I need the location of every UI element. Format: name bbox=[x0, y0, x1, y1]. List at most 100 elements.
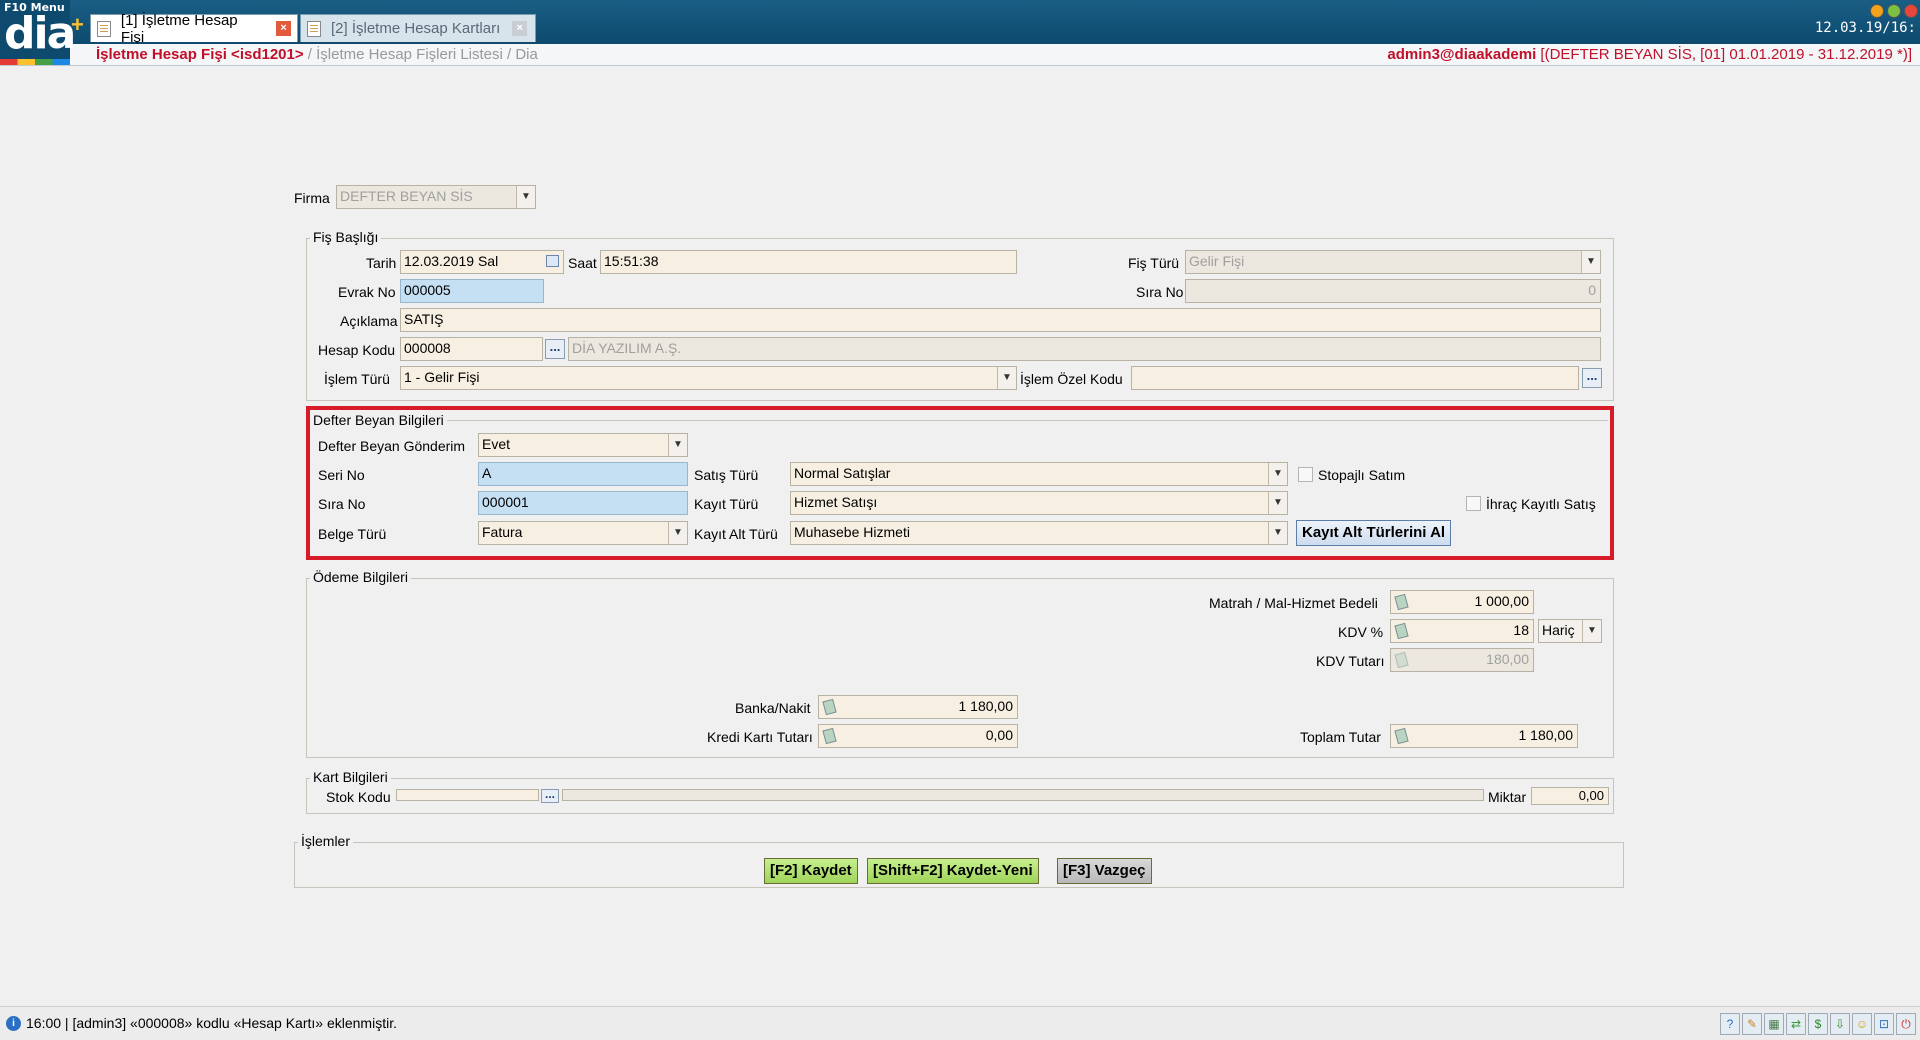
seri-no-label: Seri No bbox=[318, 467, 365, 483]
tarih-label: Tarih bbox=[366, 255, 397, 271]
close-window-icon[interactable] bbox=[1904, 4, 1918, 18]
stok-kodu-lookup-button[interactable]: ... bbox=[541, 788, 559, 803]
matrah-label: Matrah / Mal-Hizmet Bedeli bbox=[1209, 595, 1378, 611]
sira-no-field[interactable]: 0 bbox=[1185, 279, 1601, 303]
hesap-kodu-field[interactable]: 000008 bbox=[400, 337, 543, 361]
smiley-icon[interactable]: ☺ bbox=[1852, 1013, 1872, 1035]
evrak-no-field[interactable]: 000005 bbox=[400, 279, 544, 303]
chevron-down-icon[interactable]: ▼ bbox=[668, 434, 687, 456]
minimize-icon[interactable] bbox=[1870, 4, 1884, 18]
chevron-down-icon[interactable]: ▼ bbox=[516, 186, 535, 208]
calculator-icon[interactable] bbox=[1394, 727, 1409, 745]
new-tab-plus-icon[interactable]: + bbox=[71, 12, 84, 38]
stok-kodu-field[interactable] bbox=[396, 789, 539, 801]
ihrac-checkbox[interactable] bbox=[1466, 496, 1481, 511]
calculator-icon[interactable] bbox=[822, 727, 837, 745]
status-message: 16:00 | [admin3] «000008» kodlu «Hesap K… bbox=[26, 1015, 397, 1031]
evrak-no-label: Evrak No bbox=[338, 284, 396, 300]
calculator-icon bbox=[1394, 651, 1409, 669]
chevron-down-icon[interactable]: ▼ bbox=[1582, 620, 1601, 642]
window-controls bbox=[1870, 4, 1918, 18]
document-icon bbox=[97, 20, 111, 37]
chevron-down-icon[interactable]: ▼ bbox=[1581, 251, 1600, 273]
kayit-alt-turu-select[interactable]: Muhasebe Hizmeti ▼ bbox=[790, 521, 1288, 545]
banka-value: 1 180,00 bbox=[958, 698, 1014, 714]
kayit-alt-turu-label: Kayıt Alt Türü bbox=[694, 526, 778, 542]
matrah-field[interactable]: 1 000,00 bbox=[1390, 590, 1534, 614]
logo-text: dia bbox=[4, 8, 76, 59]
breadcrumb-bar: İşletme Hesap Fişi <isd1201> / İşletme H… bbox=[0, 44, 1920, 66]
lock-icon[interactable]: ⊡ bbox=[1874, 1013, 1894, 1035]
tab-isletme-hesap-fisi[interactable]: [1] İşletme Hesap Fişi × bbox=[90, 12, 298, 46]
chevron-down-icon[interactable]: ▼ bbox=[1268, 522, 1287, 544]
toplam-label: Toplam Tutar bbox=[1300, 729, 1381, 745]
tarih-field[interactable]: 12.03.2019 Sal bbox=[400, 250, 564, 274]
tools-icon[interactable]: ✎ bbox=[1742, 1013, 1762, 1035]
kayit-turu-value: Hizmet Satışı bbox=[794, 494, 878, 510]
gonderim-label: Defter Beyan Gönderim bbox=[318, 438, 466, 454]
user-name: admin3@diaakademi bbox=[1387, 46, 1537, 63]
close-icon[interactable]: × bbox=[276, 21, 291, 36]
ihrac-label: İhraç Kayıtlı Satış bbox=[1486, 496, 1596, 512]
tab-isletme-hesap-kartlari[interactable]: [2] İşletme Hesap Kartları × bbox=[300, 14, 536, 42]
cancel-button[interactable]: [F3] Vazgeç bbox=[1057, 858, 1152, 884]
maximize-icon[interactable] bbox=[1887, 4, 1901, 18]
islem-ozel-kodu-lookup-button[interactable]: ... bbox=[1582, 368, 1602, 388]
islem-turu-label: İşlem Türü bbox=[324, 371, 390, 387]
firma-select[interactable]: DEFTER BEYAN SİS ▼ bbox=[336, 185, 536, 209]
toplam-field[interactable]: 1 180,00 bbox=[1390, 724, 1578, 748]
save-button[interactable]: [F2] Kaydet bbox=[764, 858, 858, 884]
kayit-turu-select[interactable]: Hizmet Satışı ▼ bbox=[790, 491, 1288, 515]
calculator-icon[interactable] bbox=[1394, 593, 1409, 611]
belge-turu-label: Belge Türü bbox=[318, 526, 387, 542]
kdv-tutar-field: 180,00 bbox=[1390, 648, 1534, 672]
kdv-value: 18 bbox=[1513, 622, 1529, 638]
kdv-field[interactable]: 18 bbox=[1390, 619, 1534, 643]
kayit-alt-turleri-al-button[interactable]: Kayıt Alt Türlerini Al bbox=[1296, 520, 1452, 546]
help-icon[interactable]: ? bbox=[1720, 1013, 1740, 1035]
calculator-tray-icon[interactable]: ▦ bbox=[1764, 1013, 1784, 1035]
breadcrumb-trail[interactable]: / İşletme Hesap Fişleri Listesi / Dia bbox=[304, 46, 538, 63]
chevron-down-icon[interactable]: ▼ bbox=[668, 522, 687, 544]
miktar-label: Miktar bbox=[1488, 789, 1527, 805]
db-sira-no-field[interactable]: 000001 bbox=[478, 491, 688, 515]
chevron-down-icon[interactable]: ▼ bbox=[997, 367, 1016, 389]
close-icon[interactable]: × bbox=[512, 21, 528, 36]
chevron-down-icon[interactable]: ▼ bbox=[1268, 492, 1287, 514]
aciklama-label: Açıklama bbox=[340, 313, 398, 329]
save-new-button[interactable]: [Shift+F2] Kaydet-Yeni bbox=[867, 858, 1039, 884]
islem-ozel-kodu-field[interactable] bbox=[1131, 366, 1579, 390]
kdv-tip-value: Hariç bbox=[1542, 622, 1575, 638]
exchange-icon[interactable]: ⇄ bbox=[1786, 1013, 1806, 1035]
dia-menu-logo[interactable]: F10 Menu dia bbox=[0, 0, 76, 65]
calculator-icon[interactable] bbox=[1394, 622, 1409, 640]
miktar-field[interactable]: 0,00 bbox=[1531, 787, 1609, 805]
kdv-tip-select[interactable]: Hariç ▼ bbox=[1538, 619, 1602, 643]
kdv-label: KDV % bbox=[1338, 624, 1384, 640]
aciklama-field[interactable]: SATIŞ bbox=[400, 308, 1601, 332]
fis-turu-select[interactable]: Gelir Fişi ▼ bbox=[1185, 250, 1601, 274]
seri-no-field[interactable]: A bbox=[478, 462, 688, 486]
calendar-icon[interactable] bbox=[546, 255, 559, 267]
saat-label: Saat bbox=[568, 255, 597, 271]
belge-turu-select[interactable]: Fatura ▼ bbox=[478, 521, 688, 545]
saat-field[interactable]: 15:51:38 bbox=[600, 250, 1017, 274]
odeme-title: Ödeme Bilgileri bbox=[310, 569, 411, 585]
currency-icon[interactable]: $ bbox=[1808, 1013, 1828, 1035]
stopajli-checkbox[interactable] bbox=[1298, 467, 1313, 482]
islem-turu-select[interactable]: 1 - Gelir Fişi ▼ bbox=[400, 366, 1017, 390]
gonderim-select[interactable]: Evet ▼ bbox=[478, 433, 688, 457]
chevron-down-icon[interactable]: ▼ bbox=[1268, 463, 1287, 485]
hesap-kodu-label: Hesap Kodu bbox=[318, 342, 396, 358]
info-icon: i bbox=[6, 1016, 21, 1031]
banka-field[interactable]: 1 180,00 bbox=[818, 695, 1018, 719]
download-icon[interactable]: ⇩ bbox=[1830, 1013, 1850, 1035]
satis-turu-select[interactable]: Normal Satışlar ▼ bbox=[790, 462, 1288, 486]
islem-turu-value: 1 - Gelir Fişi bbox=[404, 369, 480, 385]
kredi-field[interactable]: 0,00 bbox=[818, 724, 1018, 748]
calculator-icon[interactable] bbox=[822, 698, 837, 716]
kayit-turu-label: Kayıt Türü bbox=[694, 496, 759, 512]
firma-label: Firma bbox=[294, 190, 330, 206]
hesap-kodu-lookup-button[interactable]: ... bbox=[545, 339, 565, 359]
power-icon[interactable]: ⏻ bbox=[1896, 1013, 1916, 1035]
